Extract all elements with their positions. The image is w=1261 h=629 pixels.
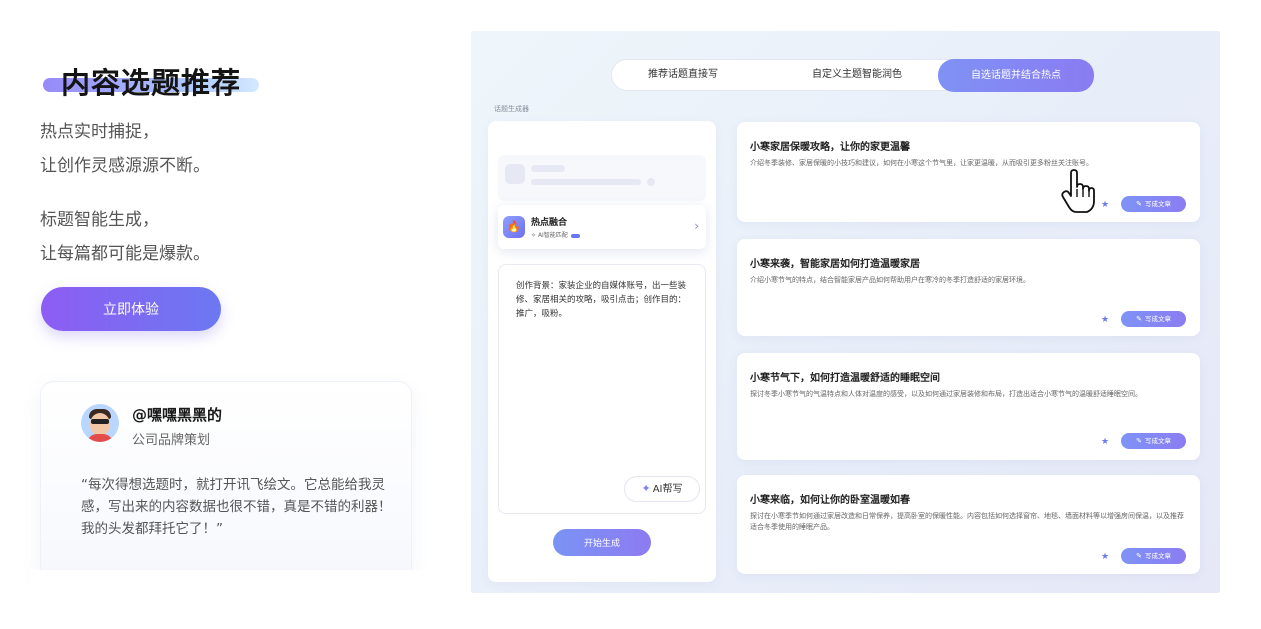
skeleton-line	[531, 179, 641, 185]
avatar	[81, 404, 119, 442]
topic-title: 小寒来临，如何让你的卧室温暖如春	[750, 495, 910, 506]
star-icon[interactable]: ★	[1101, 552, 1109, 562]
hero-line-3: 标题智能生成，	[40, 210, 159, 230]
write-article-label: 写成文章	[1144, 200, 1171, 208]
start-generate-button[interactable]: 开始生成	[553, 529, 651, 556]
star-icon[interactable]: ★	[1101, 437, 1109, 447]
testimonial-fade	[30, 570, 430, 610]
ai-help-label: AI帮写	[652, 484, 683, 495]
write-article-button[interactable]: ✎ 写成文章	[1121, 433, 1186, 449]
ai-help-button[interactable]: ✦ AI帮写	[624, 476, 700, 502]
avatar-shirt	[87, 434, 113, 442]
topic-description: 介绍小寒节气的特点，结合智能家居产品如何帮助用户在寒冷的冬季打造舒适的家居环境。	[750, 276, 1030, 284]
write-article-button[interactable]: ✎ 写成文章	[1121, 548, 1186, 564]
topic-card[interactable]: 小寒来袭，智能家居如何打造温暖家居 介绍小寒节气的特点，结合智能家居产品如何帮助…	[737, 239, 1200, 336]
tab-recommend-topic[interactable]: 推荐话题直接写	[612, 60, 754, 92]
write-article-label: 写成文章	[1144, 315, 1171, 323]
hero-line-2: 让创作灵感源源不断。	[40, 156, 210, 176]
toggle-switch[interactable]	[570, 233, 580, 238]
fusion-title: 热点融合	[531, 218, 568, 228]
skeleton-placeholder	[498, 155, 706, 201]
skeleton-icon	[505, 164, 525, 184]
user-role: 公司品牌策划	[132, 433, 211, 448]
testimonial-quote: “每次得想选题时，就打开讯飞绘文。它总能给我灵感，写出来的内容数据也很不错，真是…	[81, 477, 392, 537]
user-name: @嘿嘿黑黑的	[132, 406, 223, 424]
write-article-button[interactable]: ✎ 写成文章	[1121, 196, 1186, 212]
hot-fusion-option[interactable]: 🔥 热点融合 ✧ AI智能匹配 ›	[498, 205, 706, 249]
sparkle-icon: ✦	[641, 482, 651, 495]
write-article-label: 写成文章	[1144, 437, 1171, 445]
pencil-icon: ✎	[1136, 437, 1142, 445]
write-article-label: 写成文章	[1144, 552, 1171, 560]
skeleton-line	[531, 165, 565, 172]
topic-description: 探讨在小寒季节如何通过家居改造和日常保养，提高卧室的保暖性能。内容包括如何选择窗…	[750, 512, 1184, 531]
topic-title: 小寒来袭，智能家居如何打造温暖家居	[750, 259, 920, 270]
section-label: 话题生成器	[494, 105, 529, 113]
try-now-button[interactable]: 立即体验	[41, 287, 221, 331]
avatar-glasses	[91, 419, 109, 424]
pencil-icon: ✎	[1136, 200, 1142, 208]
topic-card[interactable]: 小寒节气下，如何打造温暖舒适的睡眠空间 探讨冬季小寒节气的气温特点和人体对温度的…	[737, 353, 1200, 460]
pencil-icon: ✎	[1136, 315, 1142, 323]
hero-line-4: 让每篇都可能是爆款。	[40, 244, 210, 264]
page: 内容选题推荐 热点实时捕捉， 让创作灵感源源不断。 标题智能生成， 让每篇都可能…	[0, 0, 1261, 629]
topic-description: 探讨冬季小寒节气的气温特点和人体对温度的感受，以及如何通过家居装修和布局，打造出…	[750, 390, 1142, 398]
topic-card[interactable]: 小寒家居保暖攻略，让你的家更温馨 介绍冬季装修、家居保暖的小技巧和建议，如何在小…	[737, 122, 1200, 222]
textarea-content: 创作背景：家装企业的自媒体账号，出一些装修、家居相关的攻略，吸引点击；创作目的：…	[516, 281, 687, 319]
fusion-subtitle-text: AI智能匹配	[537, 232, 568, 239]
write-article-button[interactable]: ✎ 写成文章	[1121, 311, 1186, 327]
hero-title-block: 内容选题推荐	[43, 58, 263, 100]
topic-description: 介绍冬季装修、家居保暖的小技巧和建议，如何在小寒这个节气里，让家更温暖，从而吸引…	[750, 159, 1093, 167]
star-icon[interactable]: ★	[1101, 315, 1109, 325]
topic-title: 小寒节气下，如何打造温暖舒适的睡眠空间	[750, 373, 940, 384]
hand-cursor-icon	[1061, 169, 1095, 213]
page-title: 内容选题推荐	[61, 66, 242, 100]
topic-card[interactable]: 小寒来临，如何让你的卧室温暖如春 探讨在小寒季节如何通过家居改造和日常保养，提高…	[737, 475, 1200, 574]
pencil-icon: ✎	[1136, 552, 1142, 560]
creation-background-textarea[interactable]: 创作背景：家装企业的自媒体账号，出一些装修、家居相关的攻略，吸引点击；创作目的：…	[498, 264, 706, 514]
topic-title: 小寒家居保暖攻略，让你的家更温馨	[750, 142, 910, 153]
tab-self-select-hot[interactable]: 自选话题并结合热点	[938, 59, 1094, 92]
chevron-right-icon: ›	[694, 219, 699, 233]
tab-custom-theme[interactable]: 自定义主题智能润色	[782, 60, 932, 92]
hero-line-1: 热点实时捕捉，	[40, 122, 159, 142]
fire-icon: 🔥	[503, 216, 525, 238]
star-icon[interactable]: ★	[1101, 200, 1109, 210]
skeleton-dot	[647, 178, 655, 186]
fusion-subtitle: ✧ AI智能匹配	[531, 230, 580, 239]
mode-tabs: 推荐话题直接写 自定义主题智能润色 自选话题并结合热点	[611, 59, 1095, 92]
testimonial-card: @嘿嘿黑黑的 公司品牌策划 “每次得想选题时，就打开讯飞绘文。它总能给我灵感，写…	[40, 381, 412, 581]
product-panel: 推荐话题直接写 自定义主题智能润色 自选话题并结合热点 话题生成器 🔥 热点融合…	[471, 31, 1220, 593]
sparkle-icon: ✧	[531, 232, 538, 239]
generator-card: 🔥 热点融合 ✧ AI智能匹配 › 创作背景：家装企业的自媒体账号，出一些装修、…	[488, 121, 716, 582]
avatar-face	[90, 413, 110, 435]
